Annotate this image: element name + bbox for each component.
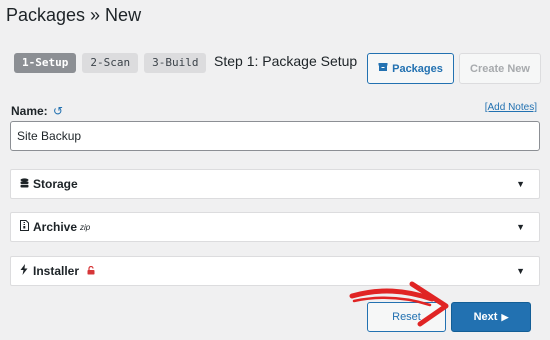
installer-panel-header[interactable]: Installer ▼ (10, 256, 540, 286)
play-arrow-icon: ▶ (501, 311, 509, 322)
name-label-row: Name: ↺ (11, 104, 63, 118)
package-name-input[interactable]: Site Backup (10, 121, 540, 151)
storage-panel-header[interactable]: Storage ▼ (10, 169, 540, 199)
reset-button[interactable]: Reset (367, 302, 446, 332)
create-new-label: Create New (470, 62, 530, 75)
caret-down-icon: ▼ (516, 222, 525, 232)
storage-label: Storage (33, 177, 78, 191)
page-title: Packages » New (6, 5, 142, 25)
archive-panel-header[interactable]: Archive zip ▼ (10, 212, 540, 242)
packages-button-label: Packages (392, 62, 443, 75)
archive-format-suffix: zip (80, 222, 91, 232)
bolt-icon (19, 264, 29, 278)
next-button-label: Next (473, 311, 498, 323)
create-new-button[interactable]: Create New (459, 53, 541, 84)
step-setup: 1-Setup (14, 53, 77, 73)
name-label: Name: (11, 104, 48, 118)
file-archive-icon (19, 220, 29, 234)
archive-icon (378, 62, 388, 75)
caret-down-icon: ▼ (516, 266, 525, 276)
step-build: 3-Build (144, 53, 207, 73)
caret-down-icon: ▼ (516, 179, 525, 189)
unlock-icon (87, 265, 95, 277)
undo-icon[interactable]: ↺ (53, 104, 63, 118)
database-icon (19, 177, 29, 191)
step-title: Step 1: Package Setup (214, 53, 358, 69)
step-indicator: 1-Setup 2-Scan 3-Build (14, 53, 207, 73)
packages-button[interactable]: Packages (367, 53, 454, 84)
reset-button-label: Reset (392, 311, 421, 323)
next-button[interactable]: Next ▶ (451, 302, 531, 332)
add-notes-link[interactable]: [Add Notes] (485, 102, 537, 113)
archive-label: Archive (33, 220, 78, 234)
step-scan: 2-Scan (82, 53, 139, 73)
installer-label: Installer (33, 264, 80, 278)
